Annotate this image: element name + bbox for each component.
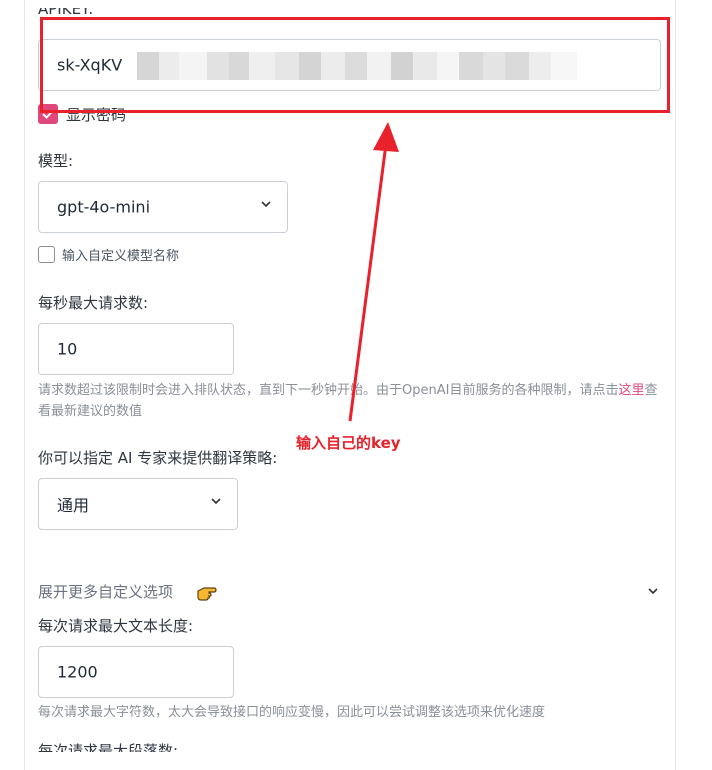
model-selected-value: gpt-4o-mini <box>57 197 151 217</box>
rate-help-link[interactable]: 这里 <box>618 383 644 398</box>
expert-selected-value: 通用 <box>57 496 90 515</box>
more-options-label: 展开更多自定义选项 <box>38 583 174 601</box>
max-text-help: 每次请求最大字符数，太大会导致接口的响应变慢，因此可以尝试调整该选项来优化速度 <box>38 705 546 720</box>
expert-label: 你可以指定 AI 专家来提供翻译策略: <box>38 449 278 467</box>
checkbox-unchecked-icon[interactable] <box>38 245 55 263</box>
rate-help-before: 请求数超过该限制时会进入排队状态，直到下一秒钟开始。由于OpenAI目前服务的各… <box>38 383 619 398</box>
more-options-toggle[interactable]: 展开更多自定义选项 <box>38 578 662 604</box>
apikey-value: sk-XqKV <box>57 55 123 75</box>
custom-model-label: 输入自定义模型名称 <box>62 248 180 264</box>
chevron-down-icon <box>648 588 658 595</box>
rate-label: 每秒最大请求数: <box>38 294 149 312</box>
chevron-down-icon <box>211 498 221 505</box>
rate-input[interactable]: 10 <box>38 323 234 375</box>
chevron-down-icon <box>261 201 271 208</box>
max-text-label: 每次请求最大文本长度: <box>38 617 194 635</box>
max-text-value: 1200 <box>57 662 98 682</box>
annotation-text: 输入自己的key <box>296 434 401 452</box>
apikey-input[interactable]: sk-XqKV <box>38 39 661 91</box>
pointing-hand-icon <box>197 587 217 601</box>
expert-select[interactable]: 通用 <box>38 478 238 530</box>
apikey-redacted-mask <box>137 52 577 80</box>
custom-model-toggle[interactable]: 输入自定义模型名称 <box>38 244 179 264</box>
max-text-input[interactable]: 1200 <box>38 646 234 698</box>
apikey-label: APIKEY: <box>38 8 94 18</box>
show-password-toggle[interactable]: 显示密码 <box>38 103 126 125</box>
show-password-label: 显示密码 <box>66 105 127 124</box>
model-label: 模型: <box>38 152 74 170</box>
rate-value: 10 <box>57 339 78 359</box>
annotation-arrow <box>348 122 399 422</box>
max-paragraphs-label: 每次请求最大段落数: <box>38 742 179 752</box>
checkbox-checked-icon[interactable] <box>38 104 58 124</box>
model-select[interactable]: gpt-4o-mini <box>38 181 288 233</box>
